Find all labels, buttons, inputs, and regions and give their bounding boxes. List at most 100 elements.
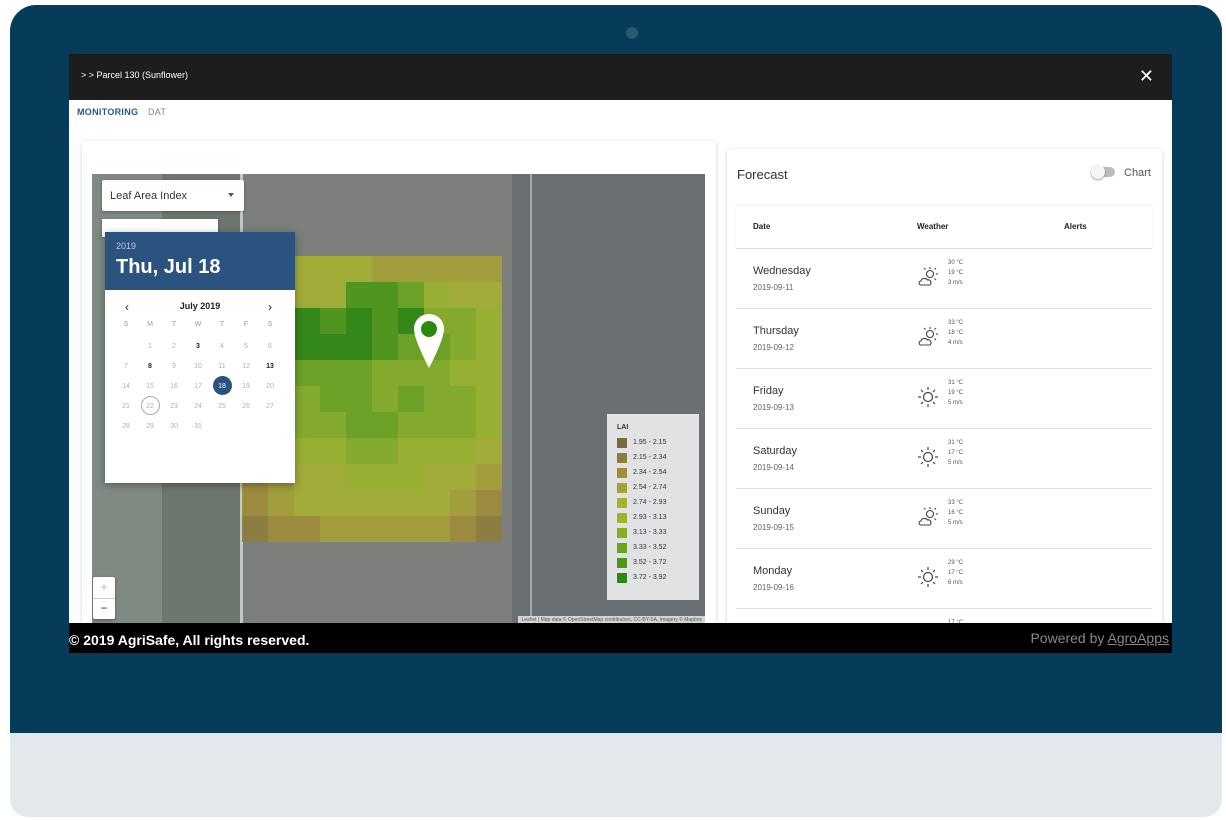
- forecast-date: 2019-09-11: [753, 283, 794, 292]
- lai-cell: [398, 412, 424, 438]
- location-pin-icon[interactable]: [412, 312, 446, 370]
- partly-cloudy-icon: [917, 326, 939, 348]
- calendar-day[interactable]: 2: [162, 339, 186, 355]
- column-header-alerts: Alerts: [1064, 222, 1087, 231]
- forecast-card: Forecast Chart Date Weather Alerts Wedne…: [727, 149, 1162, 653]
- agroapps-link[interactable]: AgroApps: [1108, 630, 1169, 646]
- calendar-day[interactable]: 29: [138, 419, 162, 435]
- map-view[interactable]: Leaf Area Index 2019 Thu, Jul 18 July 20…: [92, 174, 705, 624]
- calendar-day[interactable]: 12: [234, 359, 258, 375]
- chevron-left-icon[interactable]: ‹: [125, 300, 129, 314]
- calendar-day[interactable]: 25: [210, 399, 234, 415]
- close-icon[interactable]: ✕: [1139, 66, 1154, 87]
- lai-cell: [450, 438, 476, 464]
- forecast-wind: 5 m/s: [948, 520, 963, 526]
- top-bar: > > Parcel 130 (Sunflower) ✕: [69, 54, 1172, 100]
- zoom-out-button[interactable]: −: [93, 598, 115, 619]
- lai-cell: [372, 256, 398, 282]
- calendar-day[interactable]: 23: [162, 399, 186, 415]
- calendar-day[interactable]: 8: [138, 359, 162, 375]
- lai-cell: [294, 412, 320, 438]
- calendar-day[interactable]: 20: [258, 379, 282, 395]
- partly-cloudy-icon: [917, 266, 939, 288]
- lai-cell: [320, 282, 346, 308]
- legend-label: 3.52 - 3.72: [633, 559, 667, 566]
- caret-down-icon: [228, 193, 234, 197]
- lai-cell: [294, 490, 320, 516]
- calendar-day[interactable]: 9: [162, 359, 186, 375]
- calendar-day[interactable]: 1: [138, 339, 162, 355]
- tab-bar: MONITORING DAT: [69, 100, 1172, 128]
- tab-dat[interactable]: DAT: [148, 107, 166, 117]
- calendar-day[interactable]: 11: [210, 359, 234, 375]
- calendar-day[interactable]: 24: [186, 399, 210, 415]
- tab-monitoring[interactable]: MONITORING: [77, 107, 138, 117]
- legend-swatch: [617, 438, 627, 448]
- legend-swatch: [617, 513, 627, 523]
- layer-select[interactable]: Leaf Area Index: [102, 180, 244, 211]
- lai-cell: [476, 386, 502, 412]
- lai-cell: [450, 282, 476, 308]
- calendar-day[interactable]: 27: [258, 399, 282, 415]
- lai-cell: [450, 334, 476, 360]
- calendar-day[interactable]: 22: [138, 396, 162, 415]
- lai-cell: [372, 386, 398, 412]
- calendar-day[interactable]: 17: [186, 379, 210, 395]
- calendar-day[interactable]: 7: [114, 359, 138, 375]
- forecast-high: 31 °C: [948, 380, 964, 386]
- lai-cell: [476, 282, 502, 308]
- legend-swatch: [617, 468, 627, 478]
- forecast-row: Saturday 2019-09-14 31 °C 17 °C 5 m/s: [736, 428, 1152, 489]
- calendar-day[interactable]: 14: [114, 379, 138, 395]
- forecast-title: Forecast: [737, 167, 788, 182]
- app-screen: > > Parcel 130 (Sunflower) ✕ MONITORING …: [69, 54, 1172, 653]
- forecast-date: 2019-09-14: [753, 463, 794, 472]
- calendar-day[interactable]: 13: [258, 359, 282, 375]
- chevron-right-icon[interactable]: ›: [268, 300, 272, 314]
- forecast-row: Sunday 2019-09-15 33 °C 16 °C 5 m/s: [736, 488, 1152, 549]
- lai-cell: [346, 438, 372, 464]
- lai-cell: [294, 386, 320, 412]
- forecast-high: 29 °C: [948, 560, 964, 566]
- toggle-knob: [1091, 165, 1105, 179]
- lai-cell: [242, 490, 268, 516]
- lai-cell: [476, 360, 502, 386]
- calendar-day[interactable]: 21: [114, 399, 138, 415]
- calendar-day[interactable]: 19: [234, 379, 258, 395]
- lai-cell: [450, 464, 476, 490]
- layer-select-value: Leaf Area Index: [110, 190, 188, 202]
- calendar-day[interactable]: 10: [186, 359, 210, 375]
- calendar-day[interactable]: 5: [234, 339, 258, 355]
- calendar-day[interactable]: 6: [258, 339, 282, 355]
- lai-cell: [268, 516, 294, 542]
- date-picker-selected-date: Thu, Jul 18: [116, 256, 221, 278]
- calendar-day[interactable]: 31: [186, 419, 210, 435]
- calendar-day[interactable]: 28: [114, 419, 138, 435]
- calendar-day[interactable]: 26: [234, 399, 258, 415]
- footer: © 2019 AgriSafe, All rights reserved. Po…: [69, 623, 1172, 653]
- legend-swatch: [617, 453, 627, 463]
- date-picker-header: 2019 Thu, Jul 18: [105, 232, 295, 290]
- lai-cell: [372, 438, 398, 464]
- forecast-wind: 6 m/s: [948, 580, 963, 586]
- lai-cell: [476, 308, 502, 334]
- lai-cell: [450, 308, 476, 334]
- calendar-day[interactable]: 4: [210, 339, 234, 355]
- lai-cell: [294, 308, 320, 334]
- zoom-in-button[interactable]: +: [93, 577, 115, 599]
- forecast-high: 33 °C: [948, 500, 964, 506]
- lai-cell: [294, 256, 320, 282]
- calendar-day[interactable]: 3: [186, 339, 210, 355]
- forecast-day: Saturday: [753, 445, 798, 457]
- lai-cell: [476, 334, 502, 360]
- calendar-day[interactable]: 16: [162, 379, 186, 395]
- forecast-wind: 5 m/s: [948, 400, 963, 406]
- calendar-day[interactable]: 15: [138, 379, 162, 395]
- calendar-day[interactable]: 30: [162, 419, 186, 435]
- lai-cell: [476, 256, 502, 282]
- date-picker-year[interactable]: 2019: [116, 241, 136, 251]
- legend-title: LAI: [617, 424, 629, 431]
- calendar-day[interactable]: 18: [210, 376, 234, 395]
- lai-cell: [320, 490, 346, 516]
- chart-toggle[interactable]: [1091, 165, 1115, 179]
